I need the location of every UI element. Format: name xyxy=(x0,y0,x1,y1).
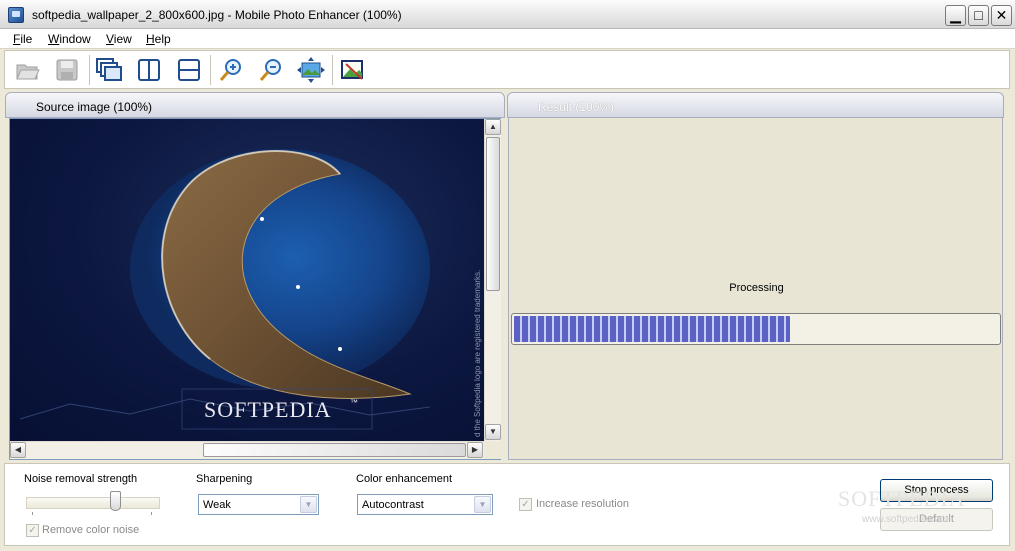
sharpening-value: Weak xyxy=(203,499,231,511)
trademark-notice: d the Softpedia logo are registered trad… xyxy=(473,270,482,437)
progress-fill xyxy=(514,316,790,342)
window-title: softpedia_wallpaper_2_800x600.jpg - Mobi… xyxy=(32,8,402,22)
vertical-scroll-thumb[interactable] xyxy=(486,137,500,291)
noise-removal-label: Noise removal strength xyxy=(24,473,138,485)
scroll-left-button[interactable]: ◀ xyxy=(10,442,26,458)
increase-resolution-label: Increase resolution xyxy=(536,498,629,510)
zoom-in-icon[interactable] xyxy=(216,55,246,85)
softpedia-brand-url: www.softpedia.com xyxy=(862,514,949,525)
trademark-symbol: ™ xyxy=(350,398,358,407)
horizontal-scrollbar[interactable]: ◀ ▶ xyxy=(10,441,484,459)
scroll-up-button[interactable]: ▲ xyxy=(485,119,501,135)
sharpening-select[interactable]: Weak ▼ xyxy=(198,494,319,515)
horizontal-scroll-thumb[interactable] xyxy=(203,443,466,457)
color-enhancement-value: Autocontrast xyxy=(362,499,424,511)
processing-status: Processing xyxy=(729,282,784,294)
scrollbar-corner xyxy=(484,441,501,459)
slider-ticks xyxy=(32,512,152,515)
zoom-out-icon[interactable] xyxy=(256,55,286,85)
menu-view-accelerator: V xyxy=(106,32,114,46)
result-panel-header: Result (100%) xyxy=(507,92,1004,118)
noise-removal-slider[interactable] xyxy=(26,497,160,509)
toolbar-separator xyxy=(89,55,90,85)
remove-color-noise-label: Remove color noise xyxy=(42,524,140,536)
menu-bar: File Window View Help xyxy=(0,29,1015,49)
fit-to-window-icon[interactable] xyxy=(296,55,326,85)
menu-window-label: indow xyxy=(59,32,91,46)
chevron-down-icon: ▼ xyxy=(300,496,317,513)
title-bar: softpedia_wallpaper_2_800x600.jpg - Mobi… xyxy=(0,0,1015,29)
menu-view[interactable]: View xyxy=(106,32,132,46)
maximize-button[interactable]: □ xyxy=(968,5,989,26)
split-horizontal-icon[interactable] xyxy=(174,55,204,85)
source-image: SOFTPEDIA ™ d the Softpedia logo are reg… xyxy=(10,119,484,441)
color-enhancement-label: Color enhancement xyxy=(356,473,453,485)
menu-view-label: iew xyxy=(113,32,132,46)
save-icon[interactable] xyxy=(52,55,82,85)
menu-help[interactable]: Help xyxy=(146,32,171,46)
menu-window[interactable]: Window xyxy=(48,32,91,46)
menu-help-accelerator: H xyxy=(146,32,155,46)
enhance-image-icon[interactable] xyxy=(338,55,368,85)
open-folder-icon[interactable] xyxy=(13,55,43,85)
close-button[interactable]: ✕ xyxy=(991,5,1012,26)
minimize-button[interactable]: ▁ xyxy=(945,5,966,26)
menu-file[interactable]: File xyxy=(13,32,32,46)
split-vertical-icon[interactable] xyxy=(134,55,164,85)
increase-resolution-checkbox[interactable]: ✓ xyxy=(519,498,532,511)
source-image-view[interactable]: SOFTPEDIA ™ d the Softpedia logo are reg… xyxy=(9,118,501,460)
toolbar-separator xyxy=(210,55,211,85)
progress-bar xyxy=(511,313,1001,345)
cascade-windows-icon[interactable] xyxy=(94,55,124,85)
menu-help-label: elp xyxy=(154,32,171,46)
softpedia-watermark: SOFTPEDIA xyxy=(204,397,332,422)
menu-file-label: ile xyxy=(20,32,33,46)
noise-slider-thumb[interactable] xyxy=(109,491,121,511)
chevron-down-icon: ▼ xyxy=(474,496,491,513)
softpedia-brand-watermark: SOFTPEDIA xyxy=(838,486,966,511)
source-panel-header: Source image (100%) xyxy=(5,92,505,118)
color-enhancement-select[interactable]: Autocontrast ▼ xyxy=(357,494,493,515)
sharpening-label: Sharpening xyxy=(196,473,253,485)
vertical-scrollbar[interactable]: ▲ ▼ xyxy=(484,119,501,441)
menu-window-accelerator: W xyxy=(48,32,60,46)
toolbar xyxy=(4,50,1010,89)
app-icon xyxy=(8,7,24,23)
remove-color-noise-checkbox[interactable]: ✓ xyxy=(26,524,39,537)
result-view: Processing xyxy=(508,118,1003,460)
toolbar-separator xyxy=(332,55,333,85)
scroll-down-button[interactable]: ▼ xyxy=(485,424,501,440)
scroll-right-button[interactable]: ▶ xyxy=(467,442,483,458)
